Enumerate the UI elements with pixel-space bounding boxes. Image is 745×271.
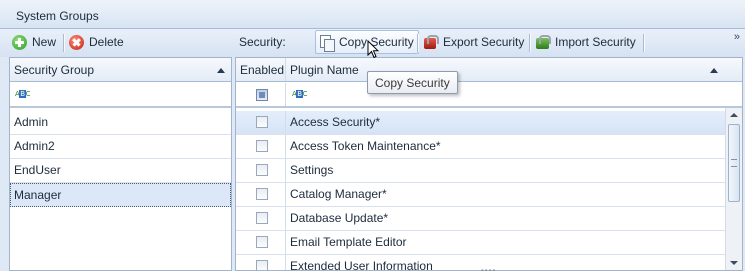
column-divider [285,111,286,134]
enabled-checkbox[interactable] [256,140,268,152]
export-security-button[interactable]: Export Security [423,29,524,55]
table-row[interactable]: Admin2 [10,135,231,159]
column-divider [285,231,286,254]
mouse-pointer-icon [367,40,379,59]
export-briefcase-icon [423,34,439,50]
import-security-label: Import Security [555,35,636,49]
table-row[interactable]: Access Token Maintenance* [236,135,742,159]
table-row[interactable]: Catalog Manager* [236,183,742,207]
delete-button[interactable]: Delete [69,29,124,55]
column-header-plugin-name[interactable]: Plugin Name [286,58,724,82]
column-header-label: Enabled [240,63,285,77]
plugins-grid: Enabled Plugin Name ABC Access Security*… [235,57,743,271]
toolbar-overflow-button[interactable]: » [733,31,740,43]
toolbar-separator [529,34,530,52]
window-title: System Groups [16,9,99,23]
column-header-enabled[interactable]: Enabled [236,58,284,82]
plugin-name: Access Token Maintenance* [290,139,441,153]
import-briefcase-icon [535,34,551,50]
window-title-bar: System Groups [0,0,745,29]
copy-security-tooltip: Copy Security [367,71,458,94]
vertical-scrollbar[interactable] [725,108,742,270]
plugins-filter-row[interactable]: ABC [236,83,742,108]
plugin-name: Catalog Manager* [290,187,387,201]
table-row[interactable]: EndUser [10,159,231,183]
column-divider [285,159,286,182]
sort-ascending-icon [710,68,718,73]
scroll-up-arrow-icon[interactable] [730,113,738,117]
security-groups-grid: Security Group ABC Admin Admin2 EndUser … [9,57,232,271]
group-name: Admin2 [14,139,55,153]
group-name: Manager [14,188,62,202]
toolbar-separator [417,34,418,52]
enabled-filter-checkbox[interactable] [256,89,268,101]
delete-button-label: Delete [89,35,124,49]
groups-grid-header: Security Group [10,58,231,82]
toolbar-separator [63,34,64,52]
plugin-name: Access Security* [290,115,381,129]
toolbar-separator [643,34,644,52]
column-header-security-group[interactable]: Security Group [10,58,231,82]
group-name: Admin [14,115,49,129]
abc-filter-icon: ABC [292,90,308,98]
column-header-label: Plugin Name [290,63,359,77]
groups-filter-row[interactable]: ABC [10,83,231,108]
plugin-name: Email Template Editor [290,235,407,249]
enabled-checkbox[interactable] [256,188,268,200]
plugin-name: Database Update* [290,211,389,225]
new-button[interactable]: New [12,29,56,55]
plugin-name: Extended User Information [290,259,433,271]
add-circle-icon [12,34,27,50]
column-divider [285,207,286,230]
abc-filter-icon: ABC [15,90,31,98]
enabled-checkbox[interactable] [256,236,268,248]
table-row-selected[interactable]: Manager [10,183,231,207]
enabled-checkbox[interactable] [256,260,268,270]
plugins-grid-header: Enabled Plugin Name [236,58,742,82]
sort-ascending-icon [217,68,225,73]
table-row[interactable]: Admin [10,111,231,135]
table-row[interactable]: Email Template Editor [236,231,742,255]
security-label: Security: [239,29,286,55]
column-divider [285,83,286,106]
import-security-button[interactable]: Import Security [535,29,636,55]
tooltip-text: Copy Security [375,76,450,90]
splitter-grip-icon[interactable]: •••• [481,266,496,271]
table-row[interactable]: Settings [236,159,742,183]
column-divider [285,183,286,206]
enabled-checkbox[interactable] [256,116,268,128]
enabled-checkbox[interactable] [256,164,268,176]
column-divider [285,135,286,158]
copy-icon [319,34,335,52]
delete-circle-icon [69,34,84,50]
security-label-text: Security: [239,35,286,49]
table-row[interactable]: Access Security* [236,111,742,135]
scrollbar-thumb[interactable] [728,124,740,202]
column-divider [285,255,286,270]
new-button-label: New [32,35,57,49]
overflow-chevron-icon: » [733,31,740,43]
plugin-name: Settings [290,163,334,177]
export-security-label: Export Security [443,35,525,49]
column-header-label: Security Group [14,63,95,77]
table-row[interactable]: Database Update* [236,207,742,231]
scroll-down-arrow-icon[interactable] [730,261,738,265]
enabled-checkbox[interactable] [256,212,268,224]
group-name: EndUser [14,163,61,177]
